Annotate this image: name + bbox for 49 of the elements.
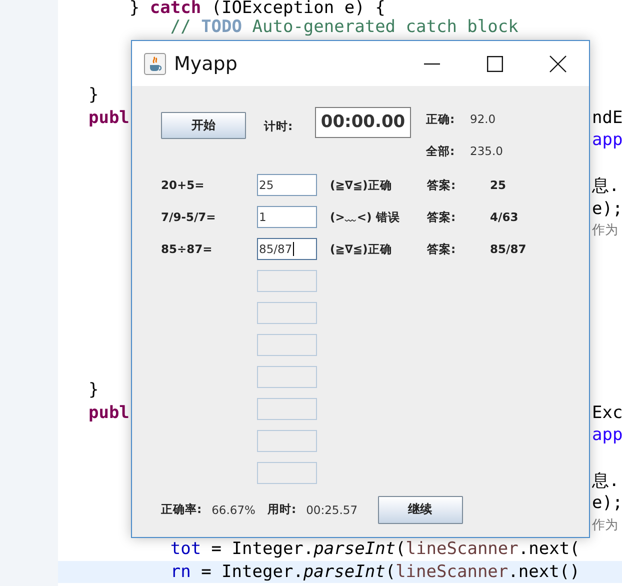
code-fragment: ndE	[592, 106, 622, 130]
answer-text: 85/87	[490, 242, 526, 256]
continue-button[interactable]: 继续	[378, 496, 463, 524]
code-line: rn = Integer.parseInt(lineScanner.next()	[169, 562, 580, 582]
answer-label: 答案:	[427, 242, 457, 256]
answer-field[interactable]: 25	[257, 174, 317, 196]
question-text: 7/9-5/7=	[161, 210, 217, 224]
answer-field[interactable]: 85/87	[257, 238, 317, 260]
code-line: publ	[87, 108, 130, 128]
stat-value: 92.0	[470, 112, 496, 126]
result-text: (≧∇≦)正确	[330, 178, 393, 192]
result-text: (≧∇≦)正确	[330, 242, 393, 256]
question-text: 20+5=	[161, 178, 206, 192]
code-fragment: app	[592, 129, 622, 152]
code-line: }	[87, 85, 99, 106]
answer-field[interactable]: 1	[257, 206, 317, 228]
time-used-label: 用时:	[267, 502, 296, 517]
accuracy-value: 66.67%	[212, 502, 256, 516]
answer-label: 答案:	[427, 178, 457, 192]
result-text: (>﹏<) 错误	[330, 210, 401, 224]
window-title: Myapp	[174, 52, 238, 74]
maximize-icon[interactable]	[487, 56, 503, 72]
time-used-value: 00:25.57	[306, 502, 358, 516]
code-fragment: e);	[592, 492, 622, 516]
code-line: // TODO Auto-generated catch block	[169, 17, 518, 37]
code-fragment: 作为	[592, 517, 618, 536]
close-icon[interactable]	[549, 54, 567, 72]
code-fragment: app	[592, 424, 622, 448]
code-fragment: 息.	[592, 470, 620, 492]
code-line: publ	[87, 402, 130, 423]
code-line: } catch (IOException e) {	[128, 0, 386, 18]
answer-text: 25	[490, 178, 506, 192]
stat-value: 235.0	[470, 144, 503, 158]
coffee-cup-icon	[144, 52, 166, 74]
code-fragment: Exc	[592, 402, 622, 424]
start-button[interactable]: 开始	[161, 112, 246, 139]
code-fragment: e);	[592, 198, 622, 220]
timer-field: 00:00.00	[315, 107, 411, 138]
answer-text: 4/63	[490, 210, 518, 224]
code-line: tot = Integer.parseInt(lineScanner.next(	[169, 538, 580, 559]
question-text: 85÷87=	[161, 242, 214, 256]
answer-label: 答案:	[427, 210, 457, 224]
code-line: }	[87, 380, 99, 400]
code-fragment: 作为	[592, 222, 618, 240]
code-fragment: 息.	[592, 174, 620, 198]
stat-label: 正确:	[426, 112, 456, 126]
accuracy-label: 正确率:	[161, 502, 202, 517]
stat-label: 全部:	[426, 144, 456, 158]
timer-label: 计时:	[264, 119, 294, 134]
